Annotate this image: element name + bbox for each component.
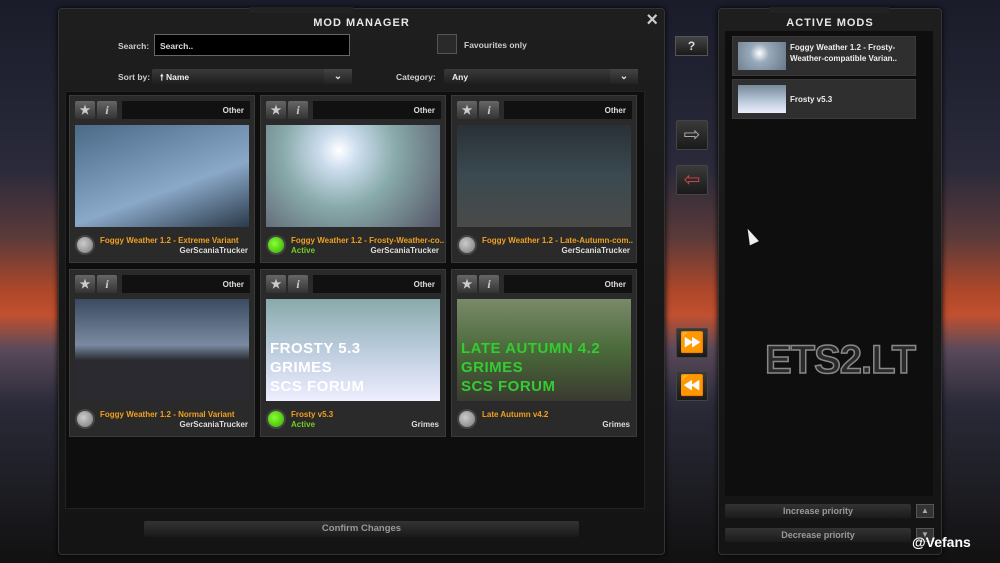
status-indicator[interactable] <box>75 235 95 255</box>
thumbnail-text: LATE AUTUMN 4.2 GRIMES SCS FORUM <box>461 339 600 396</box>
mod-author: Grimes <box>602 420 630 429</box>
mod-thumbnail: FROSTY 5.3 GRIMES SCS FORUM <box>266 299 440 401</box>
mod-author: GerScaniaTrucker <box>179 420 248 429</box>
active-mod-item[interactable]: Foggy Weather 1.2 - Frosty-Weather-compa… <box>732 36 916 76</box>
mod-thumbnail <box>75 299 249 401</box>
category-label: Category: <box>396 72 436 82</box>
sort-select[interactable]: 🠕 Name ⌄ <box>152 69 352 84</box>
search-input[interactable]: Search.. <box>154 34 350 56</box>
mod-category: Other <box>313 101 441 119</box>
mod-manager-panel: MOD MANAGER × Search: Search.. Favourite… <box>58 7 665 555</box>
mod-category: Other <box>313 275 441 293</box>
chevron-down-icon[interactable]: ⌄ <box>324 69 352 84</box>
mod-name: Foggy Weather 1.2 - Normal Variant <box>100 410 235 419</box>
mod-status: Active <box>291 246 316 255</box>
mod-grid: ★ i Other Foggy Weather 1.2 - Extreme Va… <box>65 91 645 509</box>
thumbnail-text: FROSTY 5.3 GRIMES SCS FORUM <box>270 339 365 396</box>
star-icon[interactable]: ★ <box>75 275 95 293</box>
mod-author: GerScaniaTrucker <box>370 246 439 255</box>
mod-name: Frosty v5.3 <box>291 410 334 419</box>
mod-category: Other <box>122 275 250 293</box>
help-button[interactable]: ? <box>675 36 708 56</box>
thumbnail-line: LATE AUTUMN 4.2 <box>461 340 601 357</box>
thumbnail-line: SCS FORUM <box>461 378 556 395</box>
star-icon[interactable]: ★ <box>75 101 95 119</box>
thumbnail-line: GRIMES <box>461 359 524 376</box>
active-mods-title: ACTIVE MODS <box>786 17 874 29</box>
thumbnail-line: SCS FORUM <box>270 378 365 395</box>
info-icon[interactable]: i <box>97 275 117 293</box>
star-icon[interactable]: ★ <box>457 275 477 293</box>
mod-card[interactable]: ★ i Other LATE AUTUMN 4.2 GRIMES SCS FORUM… <box>451 269 637 437</box>
mod-author: GerScaniaTrucker <box>561 246 630 255</box>
deactivate-arrow-icon[interactable]: ⇦ <box>676 165 708 195</box>
active-mod-name: Frosty v5.3 <box>790 95 833 104</box>
credit-text: @Vefans <box>912 534 971 550</box>
mod-manager-title: MOD MANAGER <box>313 17 410 29</box>
mod-card[interactable]: ★ i Other Foggy Weather 1.2 - Frosty-Wea… <box>260 95 446 263</box>
mod-card[interactable]: ★ i Other Foggy Weather 1.2 - Normal Var… <box>69 269 255 437</box>
category-value: Any <box>452 72 469 82</box>
panel-tab <box>249 7 353 13</box>
info-icon[interactable]: i <box>288 275 308 293</box>
mod-card[interactable]: ★ i Other Foggy Weather 1.2 - Extreme Va… <box>69 95 255 263</box>
mod-author: Grimes <box>411 420 439 429</box>
mod-name: Foggy Weather 1.2 - Late-Autumn-com.. <box>482 236 633 245</box>
mod-author: GerScaniaTrucker <box>179 246 248 255</box>
mod-category: Other <box>122 101 250 119</box>
panel-tab <box>769 7 889 13</box>
mod-card[interactable]: ★ i Other Foggy Weather 1.2 - Late-Autum… <box>451 95 637 263</box>
star-icon[interactable]: ★ <box>266 275 286 293</box>
mod-thumbnail: LATE AUTUMN 4.2 GRIMES SCS FORUM <box>457 299 631 401</box>
confirm-changes-button[interactable]: Confirm Changes <box>144 521 579 537</box>
thumbnail-line: GRIMES <box>270 359 333 376</box>
category-select[interactable]: Any ⌄ <box>444 69 638 84</box>
status-indicator[interactable] <box>457 235 477 255</box>
star-icon[interactable]: ★ <box>457 101 477 119</box>
favourites-label: Favourites only <box>464 40 527 50</box>
favourites-checkbox[interactable] <box>437 34 457 54</box>
status-indicator[interactable] <box>266 235 286 255</box>
info-icon[interactable]: i <box>479 275 499 293</box>
active-mod-item[interactable]: Frosty v5.3 <box>732 79 916 119</box>
deactivate-all-icon[interactable]: ⏪ <box>676 371 708 401</box>
active-mods-panel: ACTIVE MODS Foggy Weather 1.2 - Frosty-W… <box>718 7 942 555</box>
mod-name: Foggy Weather 1.2 - Frosty-Weather-co.. <box>291 236 445 245</box>
increase-priority-button[interactable]: Increase priority <box>725 504 911 518</box>
info-icon[interactable]: i <box>479 101 499 119</box>
sort-value: 🠕 Name <box>160 72 190 82</box>
status-indicator[interactable] <box>266 409 286 429</box>
info-icon[interactable]: i <box>97 101 117 119</box>
watermark: ETS2.LT <box>764 337 917 383</box>
mod-thumbnail <box>75 125 249 227</box>
activate-arrow-icon[interactable]: ⇨ <box>676 120 708 150</box>
status-indicator[interactable] <box>75 409 95 429</box>
chevron-down-icon[interactable]: ⌄ <box>610 69 638 84</box>
decrease-priority-button[interactable]: Decrease priority <box>725 528 911 542</box>
chevron-up-icon[interactable]: ▲ <box>916 504 934 518</box>
mod-category: Other <box>504 275 632 293</box>
sort-label: Sort by: <box>118 72 151 82</box>
activate-all-icon[interactable]: ⏩ <box>676 328 708 358</box>
active-mod-name: Foggy Weather 1.2 - Frosty-Weather-compa… <box>790 43 897 63</box>
mod-name: Late Autumn v4.2 <box>482 410 549 419</box>
search-label: Search: <box>118 41 150 51</box>
star-icon[interactable]: ★ <box>266 101 286 119</box>
mod-status: Active <box>291 420 316 429</box>
info-icon[interactable]: i <box>288 101 308 119</box>
close-icon[interactable]: × <box>646 9 658 32</box>
mod-category: Other <box>504 101 632 119</box>
mod-thumbnail <box>266 125 440 227</box>
mod-thumbnail <box>738 42 786 70</box>
thumbnail-line: FROSTY 5.3 <box>270 340 361 357</box>
mod-card[interactable]: ★ i Other FROSTY 5.3 GRIMES SCS FORUM Fros… <box>260 269 446 437</box>
mod-thumbnail <box>457 125 631 227</box>
status-indicator[interactable] <box>457 409 477 429</box>
mod-thumbnail <box>738 85 786 113</box>
mod-name: Foggy Weather 1.2 - Extreme Variant <box>100 236 239 245</box>
